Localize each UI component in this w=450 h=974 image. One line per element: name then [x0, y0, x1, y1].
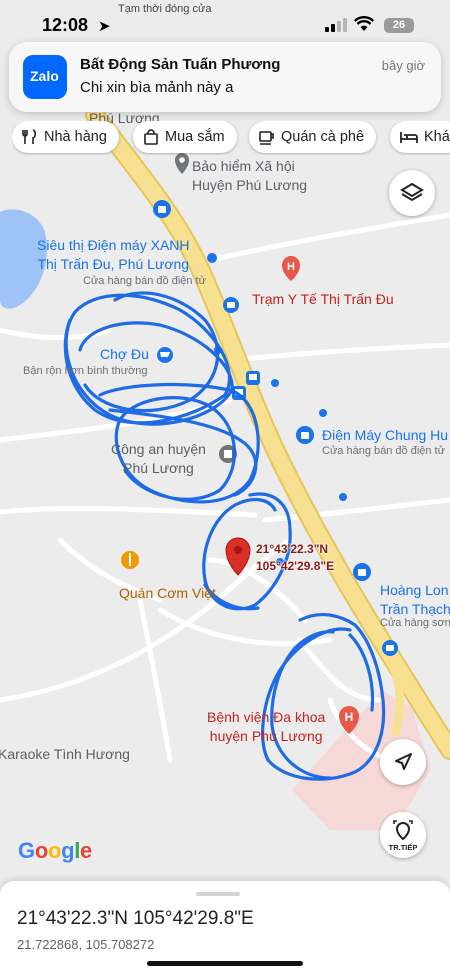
- label-hoang-long-sub: Cửa hàng sơn: [380, 617, 450, 629]
- notification-time: bây giờ: [381, 58, 425, 73]
- label-dien-may-sub: Cửa hàng bán đồ điện tử: [322, 445, 445, 457]
- chip-label: Quán cà phê: [281, 129, 365, 145]
- shopping-bag-icon: [144, 129, 158, 145]
- shop-icon-3: [382, 640, 398, 656]
- location-arrow-icon: ➤: [98, 18, 111, 35]
- chip-label: Nhà hàng: [44, 129, 107, 145]
- chip-restaurants[interactable]: Nhà hàng: [12, 121, 119, 153]
- status-bar: 12:08 ➤ 26: [0, 0, 450, 48]
- home-indicator[interactable]: [147, 961, 303, 966]
- signal-icon: [325, 18, 347, 32]
- svg-text:H: H: [287, 261, 295, 273]
- shop-icon-2: [223, 297, 239, 313]
- layers-button[interactable]: [389, 170, 435, 216]
- label-sieu-thi[interactable]: Siêu thị Điện máy XANH Thị Trấn Đu, Phú …: [37, 236, 190, 274]
- zalo-notification[interactable]: Zalo Bất Động Sản Tuấn Phương Chi xin bì…: [9, 42, 441, 112]
- label-hoang-long[interactable]: Hoàng Lon Trần Thạch: [380, 581, 450, 619]
- coffee-cup-icon: [259, 131, 274, 145]
- layers-icon: [400, 182, 424, 202]
- coordinates-dms: 21°43'22.3"N 105°42'29.8"E: [17, 908, 254, 929]
- sieu-thi-shop-icon: [153, 200, 171, 218]
- google-logo: Google: [18, 838, 92, 863]
- label-quan-com[interactable]: Quán Cơm Việt: [119, 585, 216, 601]
- fork-knife-icon: [22, 129, 37, 144]
- coordinates-decimal[interactable]: 21.722868, 105.708272: [17, 937, 154, 952]
- svg-text:H: H: [345, 710, 354, 724]
- chip-hotels[interactable]: Khá: [390, 121, 450, 153]
- shop-small-icon-1: [207, 253, 217, 263]
- peek-text: Tạm thời đóng cửa: [118, 3, 212, 15]
- label-sieu-thi-sub: Cửa hàng bán đồ điện tử: [83, 275, 206, 287]
- status-time: 12:08: [42, 15, 89, 35]
- dien-may-shop-icon: [296, 426, 314, 444]
- chip-label: Mua sắm: [165, 129, 225, 145]
- zalo-app-icon: Zalo: [23, 55, 67, 99]
- wifi-icon: [354, 16, 374, 31]
- dropped-pin-label: 21°43'22.3"N 105°42'29.8"E: [256, 542, 335, 573]
- label-dien-may[interactable]: Điện Máy Chung Hu: [322, 426, 448, 445]
- category-chips: Nhà hàng Mua sắm Quán cà phê Khá: [12, 121, 450, 155]
- label-karaoke[interactable]: Karaoke Tình Hương: [0, 745, 130, 764]
- tr-tiep-label: TR.TIẾP: [388, 843, 418, 852]
- bed-icon: [400, 132, 418, 143]
- label-cho-du-sub: Bận rộn hơn bình thường: [23, 365, 148, 377]
- label-cong-an[interactable]: Công an huyện Phú Lương: [111, 440, 206, 478]
- drag-handle[interactable]: [196, 892, 240, 896]
- hoang-long-shop-icon: [353, 563, 371, 581]
- my-location-button[interactable]: [380, 739, 426, 785]
- notification-body: Chi xin bìa mảnh này a: [80, 79, 234, 96]
- label-cho-du[interactable]: Chợ Đu: [100, 345, 149, 364]
- quan-com-fork-icon: [121, 551, 139, 569]
- notification-title: Bất Động Sản Tuấn Phương: [80, 56, 281, 73]
- place-bottom-sheet[interactable]: 21°43'22.3"N 105°42'29.8"E 21.722868, 10…: [0, 881, 450, 974]
- chip-shopping[interactable]: Mua sắm: [133, 121, 237, 153]
- directions-button[interactable]: TR.TIẾP: [380, 812, 426, 858]
- chip-label: Khá: [424, 129, 450, 145]
- navigation-arrow-icon: [395, 753, 412, 770]
- label-tram-yte[interactable]: Trạm Y Tế Thị Trấn Đu: [252, 290, 394, 309]
- label-bao-hiem[interactable]: Bảo hiểm Xã hội Huyện Phú Lương: [192, 157, 307, 195]
- battery-icon: 26: [384, 18, 414, 33]
- chip-cafe[interactable]: Quán cà phê: [249, 121, 377, 153]
- cho-du-cart-icon: [157, 347, 173, 363]
- label-benh-vien[interactable]: Bệnh viện Đa khoa huyện Phú Lương: [207, 708, 325, 746]
